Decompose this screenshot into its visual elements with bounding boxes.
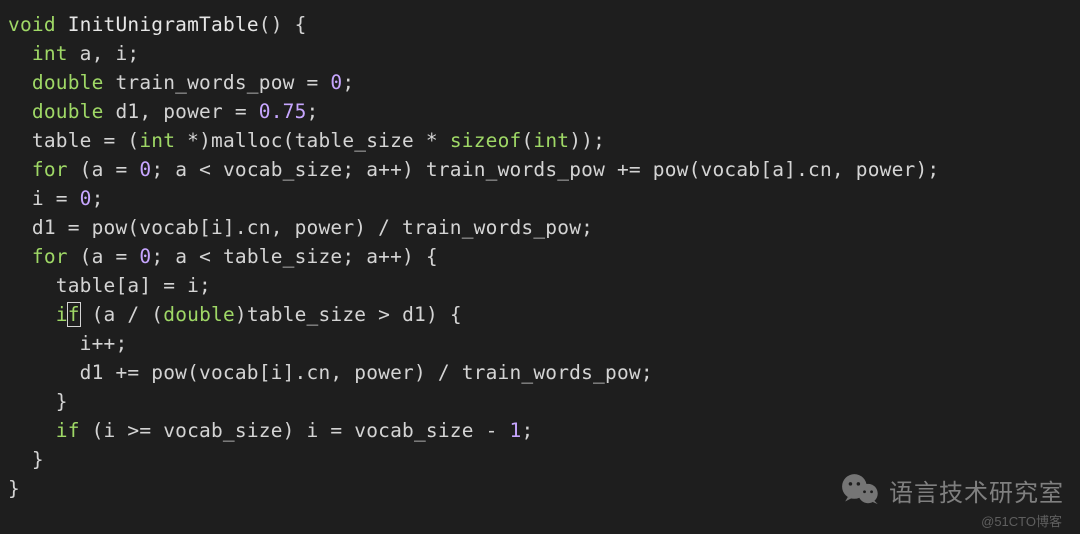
code-token: ));: [569, 129, 605, 152]
code-token: ;: [521, 419, 533, 442]
code-token: void: [8, 13, 56, 36]
code-token: 0: [139, 245, 151, 268]
code-line: }: [8, 477, 20, 500]
code-token: (i >= vocab_size) i = vocab_size -: [80, 419, 510, 442]
code-token: 0: [80, 187, 92, 210]
code-token: InitUnigramTable: [68, 13, 259, 36]
code-line: d1 += pow(vocab[i].cn, power) / train_wo…: [8, 361, 653, 384]
code-token: 0.75: [259, 100, 307, 123]
code-token: (a =: [68, 245, 140, 268]
code-token: )table_size > d1) {: [235, 303, 462, 326]
code-token: for: [32, 245, 68, 268]
code-token: 0: [330, 71, 342, 94]
code-token: ;: [307, 100, 319, 123]
code-token: double: [32, 100, 104, 123]
code-line: for (a = 0; a < table_size; a++) {: [8, 245, 438, 268]
code-line: double train_words_pow = 0;: [8, 71, 354, 94]
code-token: double: [163, 303, 235, 326]
code-line: }: [8, 390, 68, 413]
code-line: int a, i;: [8, 42, 139, 65]
watermark-text: 语言技术研究室: [889, 473, 1064, 508]
code-token: i =: [32, 187, 80, 210]
wechat-icon: [839, 468, 883, 512]
code-token: 0: [139, 158, 151, 181]
code-token: int: [139, 129, 175, 152]
code-token: sizeof: [450, 129, 522, 152]
code-line: table = (int *)malloc(table_size * sizeo…: [8, 129, 605, 152]
watermark: 语言技术研究室: [839, 468, 1064, 512]
code-token: d1, power =: [104, 100, 259, 123]
code-token: f: [67, 302, 81, 327]
code-token: (a / (: [80, 303, 164, 326]
watermark-sub: @51CTO博客: [981, 511, 1062, 530]
code-token: int: [533, 129, 569, 152]
code-block: void InitUnigramTable() { int a, i; doub…: [0, 0, 1080, 513]
code-token: if: [56, 419, 80, 442]
code-token: (): [259, 13, 283, 36]
code-line: void InitUnigramTable() {: [8, 13, 307, 36]
code-token: i++;: [80, 332, 128, 355]
code-line: i++;: [8, 332, 127, 355]
code-token: table[a] = i;: [56, 274, 211, 297]
code-token: (: [521, 129, 533, 152]
code-token: table = (: [32, 129, 139, 152]
code-line: i = 0;: [8, 187, 104, 210]
code-token: a, i;: [68, 42, 140, 65]
code-token: (a =: [68, 158, 140, 181]
code-token: 1: [510, 419, 522, 442]
code-token: int: [32, 42, 68, 65]
code-token: }: [56, 390, 68, 413]
code-token: i: [56, 303, 68, 326]
code-line: table[a] = i;: [8, 274, 211, 297]
code-line: double d1, power = 0.75;: [8, 100, 318, 123]
code-token: for: [32, 158, 68, 181]
code-line: }: [8, 448, 44, 471]
code-line: d1 = pow(vocab[i].cn, power) / train_wor…: [8, 216, 593, 239]
code-token: d1 = pow(vocab[i].cn, power) / train_wor…: [32, 216, 593, 239]
code-token: [56, 13, 68, 36]
code-token: double: [32, 71, 104, 94]
code-token: {: [283, 13, 307, 36]
code-line: for (a = 0; a < vocab_size; a++) train_w…: [8, 158, 939, 181]
code-token: }: [32, 448, 44, 471]
code-line: if (i >= vocab_size) i = vocab_size - 1;: [8, 419, 533, 442]
code-line: if (a / (double)table_size > d1) {: [8, 303, 462, 326]
code-token: ;: [342, 71, 354, 94]
code-token: *)malloc(table_size *: [175, 129, 450, 152]
code-token: d1 += pow(vocab[i].cn, power) / train_wo…: [80, 361, 653, 384]
code-token: ; a < table_size; a++) {: [151, 245, 438, 268]
code-token: ;: [92, 187, 104, 210]
code-token: }: [8, 477, 20, 500]
code-token: train_words_pow =: [104, 71, 331, 94]
code-token: ; a < vocab_size; a++) train_words_pow +…: [151, 158, 939, 181]
